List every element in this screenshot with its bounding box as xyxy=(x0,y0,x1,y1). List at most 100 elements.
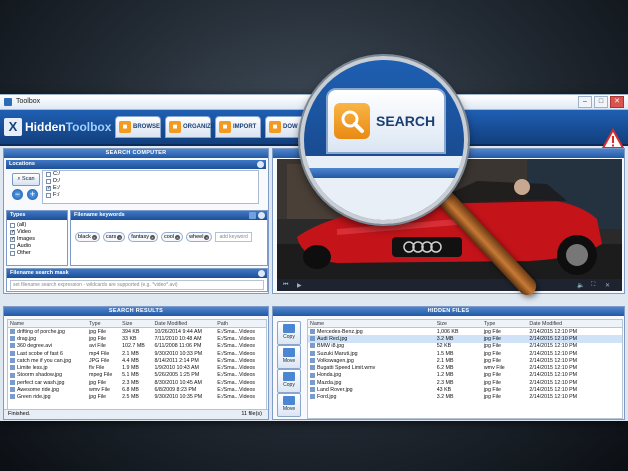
table-row[interactable]: Land Rover.jpg 43 KB jpg File 2/14/2015 12:… xyxy=(308,386,622,393)
table-cell: 6/8/2009 8:23 PM xyxy=(152,386,215,393)
tab-label: DOW xyxy=(283,124,298,130)
drive-checkbox[interactable]: ✓ xyxy=(46,186,51,191)
remove-keyword-icon[interactable]: × xyxy=(175,234,181,240)
table-row[interactable]: Suzuki Maruti.jpg 1.5 MB jpg File 2/14/2015… xyxy=(308,350,622,357)
table-cell: E:/Sma...Videos xyxy=(215,372,266,379)
table-row[interactable]: catch me if you can.jpg JPG File 4.4 MB 8/1… xyxy=(8,357,266,364)
tab-organize[interactable]: ■ ORGANIZE xyxy=(165,116,215,138)
move-button[interactable]: Move xyxy=(277,345,301,369)
table-row[interactable]: drifting of porche.jpg jpg File 394 KB 10/2… xyxy=(8,328,266,336)
column-header[interactable]: Type xyxy=(481,320,528,328)
add-location-button[interactable]: + xyxy=(27,189,38,200)
play-icon[interactable]: ▶ xyxy=(297,282,302,289)
table-row[interactable]: Bugatti Speed Limit.wmv 6.2 MB wmv File 2/1… xyxy=(308,364,622,371)
maximize-button[interactable]: □ xyxy=(594,96,608,108)
file-icon xyxy=(310,336,315,342)
remove-keyword-icon[interactable]: × xyxy=(204,234,210,240)
table-row[interactable]: Mercedes-Benz.jpg 1,006 KB jpg File 2/14/20… xyxy=(308,328,622,336)
cell-text: 1.9 MB xyxy=(122,365,139,372)
drive-item[interactable]: ✓ E:/ xyxy=(43,185,258,192)
move-button[interactable]: Move xyxy=(277,393,301,417)
tab-import[interactable]: ■ IMPORT xyxy=(215,116,261,138)
drive-checkbox[interactable] xyxy=(46,172,51,177)
help-icon[interactable] xyxy=(258,270,265,277)
video-controls: ⏮ ▶ 🔈 ⛶ ✕ xyxy=(277,279,622,291)
minimize-button[interactable]: – xyxy=(578,96,592,108)
table-row[interactable]: Honda.jpg 1.2 MB jpg File 2/14/2015 12:10 P… xyxy=(308,372,622,379)
table-row[interactable]: drag.jpg jpg File 33 KB 7/11/2010 10:48 AM E… xyxy=(8,335,266,342)
type-item[interactable]: Other xyxy=(10,250,64,257)
help-icon[interactable] xyxy=(257,161,264,168)
keyword-chip[interactable]: wheel × xyxy=(186,232,213,242)
fullscreen-icon[interactable]: ⛶ xyxy=(591,282,595,289)
type-checkbox[interactable] xyxy=(10,244,15,249)
type-item[interactable]: (all) xyxy=(10,222,64,229)
scan-button[interactable]: ⌕ Scan xyxy=(12,173,40,186)
drive-item[interactable]: F:/ xyxy=(43,192,258,199)
keyword-chip[interactable]: fantasy × xyxy=(128,232,158,242)
search-tab-zoomed[interactable]: SEARCH xyxy=(326,88,446,154)
drive-checkbox[interactable] xyxy=(46,179,51,184)
drive-checkbox[interactable] xyxy=(46,193,51,198)
type-checkbox[interactable]: ✓ xyxy=(10,237,15,242)
remove-keyword-icon[interactable]: × xyxy=(117,234,123,240)
sort-icon[interactable] xyxy=(249,212,256,219)
copy-button[interactable]: Copy xyxy=(277,369,301,393)
file-icon xyxy=(10,328,15,334)
drive-item[interactable]: D:/ xyxy=(43,178,258,185)
column-header[interactable]: Size xyxy=(120,320,153,328)
import-icon: ■ xyxy=(219,121,231,133)
table-row[interactable]: Volkswagen.jpg 2.1 MB jpg File 2/14/2015 12… xyxy=(308,357,622,364)
type-checkbox[interactable] xyxy=(10,223,15,228)
table-row[interactable]: perfect car wash.jpg jpg File 2.3 MB 8/30/2… xyxy=(8,379,266,386)
column-header[interactable]: Path xyxy=(215,320,266,328)
keyword-chip[interactable]: cool × xyxy=(160,232,184,242)
drive-item[interactable]: C:/ xyxy=(43,171,258,178)
type-checkbox[interactable]: ✓ xyxy=(10,230,15,235)
table-row[interactable]: Last scobe of fast 6 mp4 File 2.1 MB 9/30/2… xyxy=(8,350,266,357)
cell-text: E:/Sma...Videos xyxy=(217,335,256,342)
button-label: Move xyxy=(282,358,296,364)
column-header[interactable]: Name xyxy=(8,320,88,328)
remove-location-button[interactable]: − xyxy=(12,189,23,200)
close-button[interactable]: ✕ xyxy=(610,96,624,108)
close-preview-icon[interactable]: ✕ xyxy=(605,282,610,289)
column-header[interactable]: Date Modified xyxy=(527,320,622,328)
table-row[interactable]: Stoorm shadow.jpg mpeg File 5.1 MB 5/26/200… xyxy=(8,372,266,379)
type-checkbox[interactable] xyxy=(10,251,15,256)
table-cell: 2.5 MB xyxy=(120,394,152,401)
rewind-icon[interactable]: ⏮ xyxy=(283,282,288,289)
table-row[interactable]: Audi Red.jpg 3.2 MB jpg File 2/14/2015 12:1… xyxy=(308,335,622,343)
column-header[interactable]: Date Modified xyxy=(152,320,216,328)
keyword-chip[interactable]: cars × xyxy=(102,232,126,242)
cell-text: 8/30/2010 10:45 AM xyxy=(154,379,202,386)
cell-text: 2/14/2015 12:10 PM xyxy=(529,372,578,379)
table-row[interactable]: 360 degree.avi avi File 102.7 MB 6/11/2008 … xyxy=(8,343,266,350)
copy-button[interactable]: Copy xyxy=(277,321,301,345)
warning-icon[interactable] xyxy=(602,128,624,150)
table-row[interactable]: Mazda.jpg 2.3 MB jpg File 2/14/2015 12:10 P… xyxy=(308,379,622,386)
remove-keyword-icon[interactable]: × xyxy=(91,234,97,240)
remove-keyword-icon[interactable]: × xyxy=(149,234,155,240)
add-keyword-input[interactable]: add keyword xyxy=(215,232,252,242)
table-row[interactable]: Awesome ride.jpg wmv File 6.8 MB 6/8/2009 8… xyxy=(8,386,266,393)
column-header[interactable]: Name xyxy=(308,320,435,328)
column-header[interactable]: Size xyxy=(434,320,482,328)
table-row[interactable]: BMW i8.jpg 52 KB jpg File 2/14/2015 12:10 P… xyxy=(308,343,622,350)
keyword-chip[interactable]: black × xyxy=(75,232,100,242)
type-item[interactable]: ✓ Images xyxy=(10,236,64,243)
file-icon xyxy=(10,379,15,385)
type-item[interactable]: Audio xyxy=(10,243,64,250)
cell-text: 2.1 MB xyxy=(122,350,139,357)
volume-icon[interactable]: 🔈 xyxy=(577,282,584,289)
column-header[interactable]: Type xyxy=(87,320,121,328)
drive-list[interactable]: C:/D:/✓ E:/F:/ xyxy=(42,170,259,204)
table-row[interactable]: Ford.jpg 3.2 MB jpg File 2/14/2015 12:10 PM xyxy=(308,394,622,401)
mask-input[interactable]: set filename search expression - wildcar… xyxy=(10,280,264,290)
help-icon[interactable] xyxy=(258,212,265,219)
type-item[interactable]: ✓ Video xyxy=(10,229,64,236)
type-label: Other xyxy=(17,250,31,256)
table-row[interactable]: Limite less.jp flv File 1.9 MB 1/9/2010 10:… xyxy=(8,364,266,371)
table-row[interactable]: Green ride.jpg jpg File 2.5 MB 9/30/2010 10… xyxy=(8,394,266,401)
tab-browse[interactable]: ■ BROWSE xyxy=(115,116,161,138)
